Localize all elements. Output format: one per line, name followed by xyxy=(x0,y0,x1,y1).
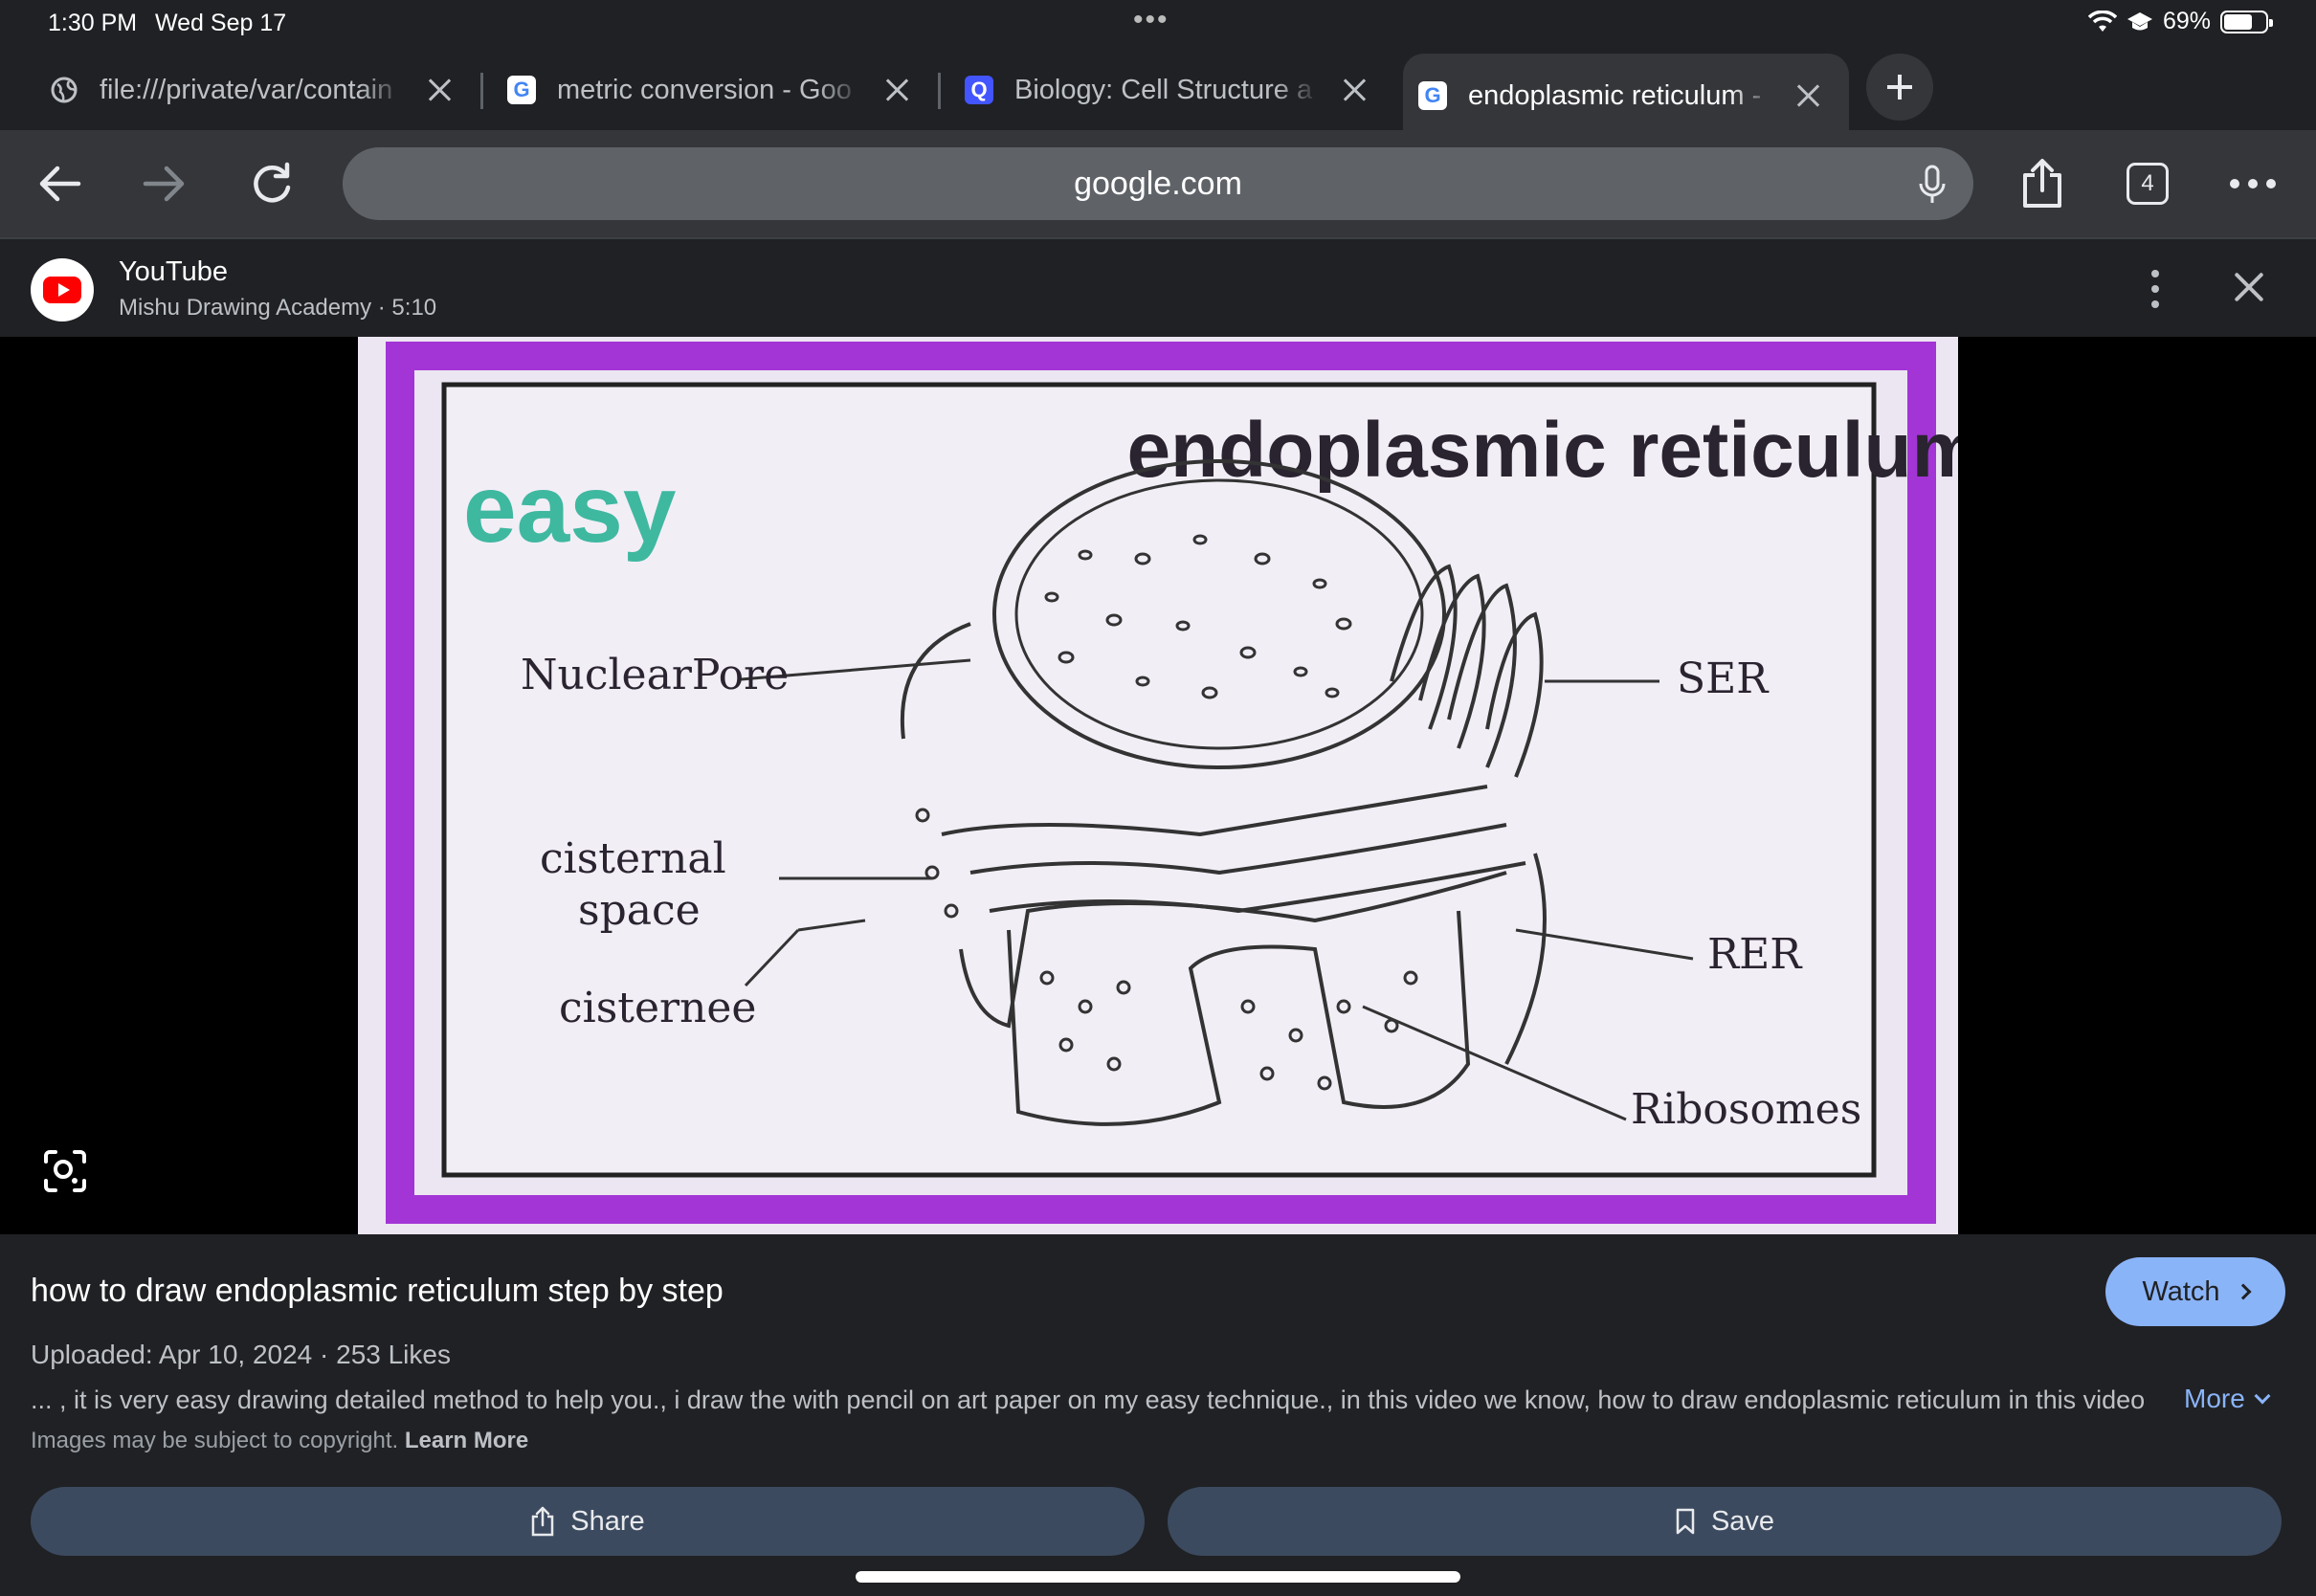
upload-info: Uploaded: Apr 10, 2024 · 253 Likes xyxy=(31,1340,451,1369)
quizlet-icon: Q xyxy=(965,76,993,104)
address-bar-url: google.com xyxy=(1074,165,1242,202)
status-date: Wed Sep 17 xyxy=(155,10,287,36)
save-button[interactable]: Save xyxy=(1168,1487,2282,1556)
watch-label: Watch xyxy=(2142,1275,2220,1307)
er-drawing: endoplasmic reticulum easy NuclearPore c… xyxy=(358,337,1958,1234)
share-button[interactable]: Share xyxy=(31,1487,1145,1556)
multitask-dots-icon[interactable]: ••• xyxy=(1133,4,1169,36)
source-name[interactable]: YouTube xyxy=(119,256,228,288)
learn-more-link[interactable]: Learn More xyxy=(405,1428,528,1453)
tab-file[interactable]: file:///private/var/contain xyxy=(34,54,469,126)
home-indicator[interactable] xyxy=(856,1571,1460,1583)
microphone-icon[interactable] xyxy=(1918,165,1947,205)
youtube-icon xyxy=(31,258,94,321)
toolbar: google.com 4 xyxy=(0,130,2316,237)
education-icon xyxy=(2127,11,2152,30)
label-space: space xyxy=(578,886,701,935)
save-label: Save xyxy=(1710,1505,1775,1537)
globe-icon xyxy=(50,76,78,104)
address-bar[interactable]: google.com xyxy=(343,147,1973,220)
new-tab-button[interactable] xyxy=(1866,54,1933,121)
share-page-button[interactable] xyxy=(2010,151,2075,216)
label-nuclear-pore: NuclearPore xyxy=(521,651,789,699)
result-header: YouTube Mishu Drawing Academy · 5:10 xyxy=(0,237,2316,337)
reload-icon xyxy=(254,162,291,203)
tab-endoplasmic-reticulum[interactable]: G endoplasmic reticulum - xyxy=(1403,54,1849,138)
tab-separator xyxy=(938,73,941,109)
label-rer: RER xyxy=(1707,930,1803,979)
result-info: how to draw endoplasmic reticulum step b… xyxy=(0,1234,2316,1596)
more-horizontal-icon xyxy=(2230,179,2276,188)
tab-close-icon[interactable] xyxy=(882,76,911,104)
reload-button[interactable] xyxy=(239,151,304,216)
wifi-icon xyxy=(2087,10,2117,32)
label-cisternee: cisternee xyxy=(559,984,756,1032)
status-time: 1:30 PM xyxy=(48,10,138,36)
google-icon: G xyxy=(507,76,536,104)
tab-separator xyxy=(480,73,483,109)
label-cisternal: cisternal xyxy=(540,834,726,883)
share-icon xyxy=(532,1506,554,1537)
source-meta: Mishu Drawing Academy · 5:10 xyxy=(119,295,437,321)
forward-button[interactable] xyxy=(132,151,197,216)
status-indicators: 69% xyxy=(2087,8,2273,35)
battery-icon xyxy=(2220,10,2273,33)
tab-close-icon[interactable] xyxy=(425,76,454,104)
label-ribosomes: Ribosomes xyxy=(1631,1085,1861,1134)
tab-close-icon[interactable] xyxy=(1340,76,1369,104)
share-label: Share xyxy=(570,1505,645,1537)
drawing-easy-label: easy xyxy=(463,455,677,563)
battery-percent: 69% xyxy=(2162,8,2211,34)
google-lens-icon[interactable] xyxy=(42,1148,88,1194)
bookmark-icon xyxy=(1676,1508,1695,1535)
copyright-text: Images may be subject to copyright. xyxy=(31,1428,399,1453)
result-title[interactable]: how to draw endoplasmic reticulum step b… xyxy=(31,1273,724,1310)
tab-title: metric conversion - Goo xyxy=(557,74,852,105)
tab-title: Biology: Cell Structure a xyxy=(1014,74,1313,105)
copyright-notice: Images may be subject to copyright. Lear… xyxy=(31,1428,528,1454)
image-viewer: endoplasmic reticulum easy NuclearPore c… xyxy=(0,337,2316,1234)
status-bar: 1:30 PM Wed Sep 17 ••• 69% xyxy=(0,0,2316,46)
chevron-right-icon xyxy=(2235,1283,2252,1300)
google-icon: G xyxy=(1418,81,1447,110)
back-arrow-icon xyxy=(39,166,81,202)
menu-button[interactable] xyxy=(2220,151,2285,216)
forward-arrow-icon xyxy=(143,166,185,202)
more-options-icon[interactable] xyxy=(2136,270,2174,308)
result-snippet: ... , it is very easy drawing detailed m… xyxy=(31,1385,2146,1414)
battery-fill xyxy=(2224,13,2252,30)
label-ser: SER xyxy=(1677,654,1770,703)
back-button[interactable] xyxy=(27,151,92,216)
tab-metric-conversion[interactable]: G metric conversion - Goo xyxy=(492,54,926,126)
tab-title: endoplasmic reticulum - xyxy=(1468,79,1762,111)
share-icon xyxy=(2023,159,2061,208)
more-label: More xyxy=(2184,1384,2245,1413)
watch-button[interactable]: Watch xyxy=(2105,1257,2285,1326)
tab-title: file:///private/var/contain xyxy=(100,74,393,105)
tab-count: 4 xyxy=(2127,163,2169,205)
chevron-down-icon xyxy=(2254,1387,2271,1405)
close-panel-icon[interactable] xyxy=(2230,268,2268,306)
tab-close-icon[interactable] xyxy=(1793,81,1822,110)
tab-switcher-button[interactable]: 4 xyxy=(2115,151,2180,216)
tab-biology[interactable]: Q Biology: Cell Structure a xyxy=(949,54,1384,126)
result-image[interactable]: endoplasmic reticulum easy NuclearPore c… xyxy=(358,337,1958,1234)
tab-strip: file:///private/var/contain G metric con… xyxy=(0,46,2316,138)
more-link[interactable]: More xyxy=(2184,1384,2271,1414)
